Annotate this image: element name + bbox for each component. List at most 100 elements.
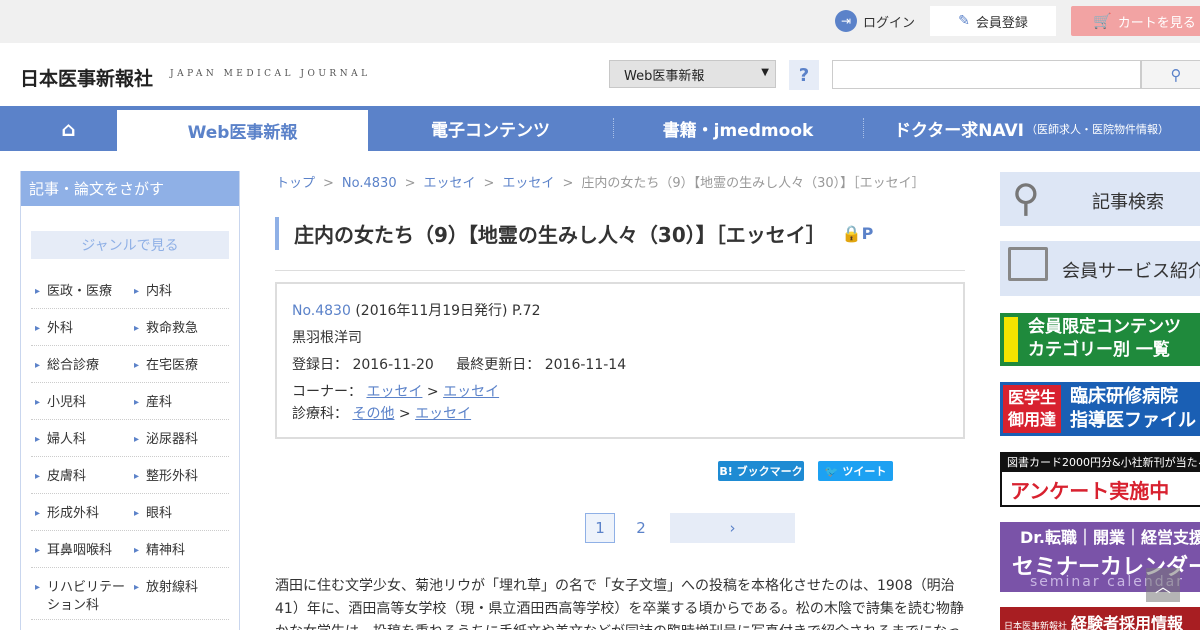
site-logo[interactable]: 日本医事新報社 bbox=[20, 64, 153, 91]
banner-label: 臨床研修病院 指導医ファイル bbox=[1070, 385, 1196, 433]
genre-row: 婦人科 泌尿器科 bbox=[31, 420, 229, 457]
banner-clinical-training[interactable]: 医学生 御用達 臨床研修病院 指導医ファイル bbox=[1000, 382, 1200, 436]
updated-label: 最終更新日： bbox=[456, 357, 541, 373]
tweet-button[interactable]: 🐦 ツイート bbox=[818, 461, 893, 481]
article-search-sidebar: 記事・論文をさがす ジャンルで見る 医政・医療 内科 外科 救命救急 総合診療 … bbox=[20, 171, 240, 630]
genre-link[interactable]: 救命救急 bbox=[130, 309, 229, 345]
twitter-icon: 🐦 bbox=[824, 464, 839, 478]
issue-detail: (2016年11月19日発行) P.72 bbox=[355, 303, 541, 319]
genre-link[interactable]: 総合診療 bbox=[31, 346, 130, 382]
nav-tab-e-contents[interactable]: 電子コンテンツ bbox=[368, 106, 613, 151]
breadcrumb-separator: > bbox=[323, 176, 334, 191]
banner-line: 臨床研修病院 bbox=[1070, 386, 1178, 407]
genre-link[interactable]: 皮膚科 bbox=[31, 457, 130, 493]
genre-link[interactable]: 在宅医療 bbox=[130, 346, 229, 382]
genre-link[interactable]: 泌尿器科 bbox=[130, 420, 229, 456]
banner-survey[interactable]: 図書カード2000円分&小社新刊が当たる アンケート実施中 bbox=[1000, 452, 1200, 507]
help-button[interactable]: ? bbox=[789, 60, 819, 90]
chevron-right-icon: › bbox=[729, 519, 736, 537]
genre-link[interactable]: 放射線科 bbox=[130, 568, 229, 619]
genre-link[interactable]: 医政・医療 bbox=[31, 272, 130, 308]
banner-line: カテゴリー別 一覧 bbox=[1028, 340, 1170, 360]
genre-link[interactable]: 小児科 bbox=[31, 383, 130, 419]
breadcrumb-separator: > bbox=[404, 176, 416, 191]
banner-recruit[interactable]: 日本医事新報社 経験者採用情報 bbox=[1000, 607, 1200, 630]
genre-row: 総合診療 在宅医療 bbox=[31, 346, 229, 383]
corner-label: コーナー： bbox=[292, 384, 362, 400]
genre-link[interactable]: リハビリテーション科 bbox=[31, 568, 130, 619]
banner-line: 経験者採用情報 bbox=[1071, 614, 1184, 630]
crumb-separator: > bbox=[398, 406, 411, 422]
banner-line: Dr.転職｜開業｜経営支援 bbox=[1020, 528, 1200, 547]
genre-row: 耳鼻咽喉科 精神科 bbox=[31, 531, 229, 568]
genre-link[interactable]: 外科 bbox=[31, 309, 130, 345]
corner-link[interactable]: エッセイ bbox=[366, 384, 422, 400]
genre-row: リハビリテーション科 放射線科 bbox=[31, 568, 229, 620]
search-input[interactable] bbox=[832, 60, 1141, 89]
genre-link[interactable]: 整形外科 bbox=[130, 457, 229, 493]
nav-home[interactable]: ⌂ bbox=[20, 106, 117, 151]
cart-label: カートを見る bbox=[1117, 15, 1196, 31]
genre-link[interactable]: 形成外科 bbox=[31, 494, 130, 530]
breadcrumb-separator: > bbox=[562, 176, 574, 191]
chevron-down-icon: ▼ bbox=[761, 67, 769, 78]
nav-tab-label: 電子コンテンツ bbox=[431, 121, 550, 141]
crumb-separator: > bbox=[426, 384, 439, 400]
article-title-text: 庄内の女たち（9）【地霊の生みし人々（30）】［エッセイ］ bbox=[294, 223, 826, 247]
banner-line: 指導医ファイル bbox=[1070, 410, 1196, 431]
pager-page-1[interactable]: 1 bbox=[585, 513, 615, 543]
genre-row: 医政・医療 内科 bbox=[31, 272, 229, 309]
genre-link[interactable]: 内科 bbox=[130, 272, 229, 308]
corner-line: コーナー： エッセイ > エッセイ bbox=[292, 382, 963, 404]
nav-tab-books[interactable]: 書籍・jmedmook bbox=[613, 106, 863, 151]
banner-label: 会員サービス紹介 bbox=[1062, 261, 1200, 282]
breadcrumb-link[interactable]: エッセイ bbox=[424, 176, 476, 191]
main-nav: ⌂ Web医事新報 電子コンテンツ 書籍・jmedmook ドクター求NAVI （… bbox=[0, 106, 1200, 151]
genre-link[interactable]: 眼科 bbox=[130, 494, 229, 530]
banner-article-search[interactable]: ⚲ 記事検索 bbox=[1000, 172, 1200, 226]
corner-link[interactable]: エッセイ bbox=[443, 384, 499, 400]
department-link[interactable]: その他 bbox=[352, 406, 394, 422]
banner-accent-bar bbox=[1004, 317, 1018, 362]
banner-top-text: 図書カード2000円分&小社新刊が当たる bbox=[1002, 454, 1200, 472]
registered-date: 2016-11-20 bbox=[352, 357, 434, 373]
search-scope-select[interactable]: Web医事新報 ▼ bbox=[609, 60, 776, 88]
department-line: 診療科： その他 > エッセイ bbox=[292, 404, 963, 426]
site-logo-english: JAPAN MEDICAL JOURNAL bbox=[170, 69, 371, 79]
nav-tab-label: Web医事新報 bbox=[187, 123, 298, 143]
banner-member-service[interactable]: 会員サービス紹介 bbox=[1000, 241, 1200, 296]
search-icon: ⚲ bbox=[1170, 65, 1182, 84]
cart-icon: 🛒 bbox=[1093, 12, 1112, 30]
genre-link[interactable]: 産科 bbox=[130, 383, 229, 419]
issue-link[interactable]: No.4830 bbox=[292, 303, 351, 319]
cart-button[interactable]: 🛒 カートを見る bbox=[1071, 6, 1200, 36]
banner-line: 会員限定コンテンツ bbox=[1028, 317, 1181, 337]
title-divider bbox=[275, 270, 965, 271]
breadcrumb-link[interactable]: No.4830 bbox=[342, 176, 397, 191]
back-to-top-button[interactable]: ︿ bbox=[1146, 568, 1180, 602]
search-scope-value: Web医事新報 bbox=[624, 68, 705, 84]
genre-link[interactable]: 耳鼻咽喉科 bbox=[31, 531, 130, 567]
sidebar-title: 記事・論文をさがす bbox=[21, 171, 239, 206]
breadcrumb-current: 庄内の女たち（9）【地霊の生みし人々（30）】［エッセイ］ bbox=[581, 176, 925, 191]
chevron-up-icon: ︿ bbox=[1154, 577, 1171, 596]
nav-tab-web-ijishinpo[interactable]: Web医事新報 bbox=[117, 110, 368, 151]
search-button[interactable]: ⚲ bbox=[1141, 60, 1200, 89]
register-button[interactable]: ✎ 会員登録 bbox=[930, 6, 1056, 36]
pager-page-2[interactable]: 2 bbox=[626, 513, 656, 543]
genre-link[interactable]: 婦人科 bbox=[31, 420, 130, 456]
breadcrumb-link[interactable]: トップ bbox=[276, 176, 315, 191]
lock-icon: 🔒P bbox=[841, 224, 874, 243]
login-link[interactable]: ⇥ ログイン bbox=[835, 9, 915, 33]
login-icon: ⇥ bbox=[835, 10, 857, 32]
banner-tag: 医学生 御用達 bbox=[1003, 385, 1061, 433]
banner-tag-line: 御用達 bbox=[1007, 410, 1056, 429]
pager-next-button[interactable]: › bbox=[670, 513, 795, 543]
breadcrumb-link[interactable]: エッセイ bbox=[502, 176, 554, 191]
date-line: 登録日： 2016-11-20 最終更新日： 2016-11-14 bbox=[292, 355, 963, 382]
hatena-bookmark-button[interactable]: B! ブックマーク bbox=[718, 461, 804, 481]
banner-member-contents[interactable]: 会員限定コンテンツ カテゴリー別 一覧 bbox=[1000, 313, 1200, 366]
genre-link[interactable]: 精神科 bbox=[130, 531, 229, 567]
department-link[interactable]: エッセイ bbox=[415, 406, 471, 422]
nav-tab-doctor-navi[interactable]: ドクター求NAVI （医師求人・医院物件情報） bbox=[863, 106, 1200, 151]
